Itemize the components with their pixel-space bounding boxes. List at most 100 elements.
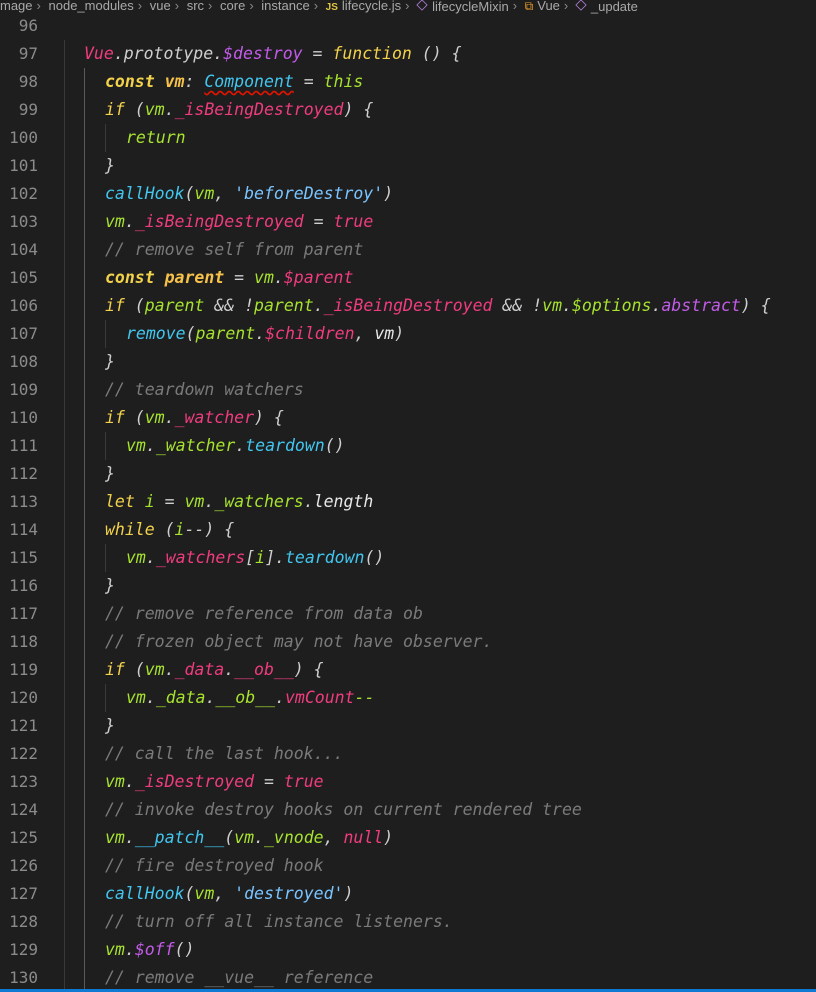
code-token: _vnode	[263, 828, 324, 847]
indent-guide	[105, 544, 106, 572]
code-token: teardown	[245, 436, 325, 455]
code-line[interactable]: 119 if (vm._data.__ob__) {	[0, 656, 816, 684]
line-number: 120	[9, 688, 38, 707]
breadcrumb-item-class[interactable]: ⧉ Vue	[525, 0, 560, 12]
code-line[interactable]: 112}	[0, 460, 816, 488]
code-line[interactable]: 102 callHook(vm, 'beforeDestroy')	[0, 180, 816, 208]
breadcrumb-item-folder[interactable]: core	[220, 0, 245, 12]
code-line[interactable]: 128 // turn off all instance listeners.	[0, 908, 816, 936]
code-token: vm	[374, 324, 395, 343]
code-token: .	[275, 688, 285, 707]
code-token: abstract	[661, 296, 741, 315]
code-token: 'destroyed'	[234, 884, 344, 903]
code-line[interactable]: 104 // remove self from parent	[0, 236, 816, 264]
code-token: (	[124, 408, 145, 427]
code-token: .	[254, 828, 264, 847]
code-token: ()	[174, 940, 195, 959]
line-number: 100	[9, 128, 38, 147]
line-number: 123	[9, 772, 38, 791]
code-line[interactable]: 96	[0, 12, 816, 40]
code-line[interactable]: 111 vm._watcher.teardown()	[0, 432, 816, 460]
code-text: }	[105, 572, 115, 600]
code-line[interactable]: 100 return	[0, 124, 816, 152]
code-token: .	[113, 44, 124, 63]
code-line[interactable]: 108}	[0, 348, 816, 376]
code-text: }	[105, 348, 115, 376]
line-number: 106	[9, 296, 38, 315]
code-token: // remove self from parent	[105, 240, 364, 259]
code-token: _isBeingDestroyed	[134, 212, 304, 231]
code-line[interactable]: 125 vm.__patch__(vm._vnode, null)	[0, 824, 816, 852]
code-token: const	[105, 72, 155, 91]
code-line[interactable]: 103 vm._isBeingDestroyed = true	[0, 208, 816, 236]
breadcrumb-item-folder[interactable]: src	[187, 0, 204, 12]
code-token: vm	[184, 492, 205, 511]
code-line[interactable]: 97 Vue.prototype.$destroy = function () {	[0, 40, 816, 68]
code-text: vm._watcher.teardown()	[126, 432, 345, 460]
code-line[interactable]: 105 const parent = vm.$parent	[0, 264, 816, 292]
code-token: && !	[492, 296, 543, 315]
code-line[interactable]: 114 while (i--) {	[0, 516, 816, 544]
code-token: // invoke destroy hooks on current rende…	[105, 800, 582, 819]
code-token: if	[105, 296, 125, 315]
code-line[interactable]: 130 // remove __vue__ reference	[0, 964, 816, 992]
code-line[interactable]: 99 if (vm._isBeingDestroyed) {	[0, 96, 816, 124]
code-token: vm	[105, 212, 125, 231]
code-line[interactable]: 98 const vm: Component = this	[0, 68, 816, 96]
line-number: 118	[9, 632, 38, 651]
code-token: .	[164, 408, 175, 427]
line-number: 99	[18, 100, 38, 119]
indent-guide	[64, 40, 65, 992]
code-token: .	[145, 436, 156, 455]
code-line[interactable]: 117 // remove reference from data ob	[0, 600, 816, 628]
code-token: _watchers	[155, 548, 246, 567]
code-token: --) {	[184, 520, 235, 539]
code-token: _isBeingDestroyed	[174, 100, 344, 119]
code-token: .	[124, 212, 135, 231]
code-token: return	[126, 128, 186, 147]
code-line[interactable]: 124 // invoke destroy hooks on current re…	[0, 796, 816, 824]
code-token: --	[354, 688, 375, 707]
code-line[interactable]: 120 vm._data.__ob__.vmCount--	[0, 684, 816, 712]
code-line[interactable]: 101}	[0, 152, 816, 180]
code-line[interactable]: 116}	[0, 572, 816, 600]
code-text: while (i--) {	[105, 516, 234, 544]
breadcrumb-item-folder[interactable]: node_modules	[49, 0, 134, 12]
code-token: _isDestroyed	[134, 772, 255, 791]
code-token: parent	[144, 296, 205, 315]
code-token: this	[323, 72, 364, 91]
code-line[interactable]: 129 vm.$off()	[0, 936, 816, 964]
line-number: 116	[9, 576, 38, 595]
breadcrumb-item-folder[interactable]: vue	[150, 0, 171, 12]
line-number: 101	[9, 156, 38, 175]
code-token: (	[154, 520, 175, 539]
indent-guide	[84, 68, 85, 992]
code-text: vm._watchers[i].teardown()	[126, 544, 384, 572]
code-line[interactable]: 107 remove(parent.$children, vm)	[0, 320, 816, 348]
code-token: }	[105, 156, 115, 175]
code-line[interactable]: 127 callHook(vm, 'destroyed')	[0, 880, 816, 908]
code-token: vm	[105, 828, 125, 847]
code-token: .	[235, 436, 246, 455]
breadcrumb-item-folder[interactable]: instance	[261, 0, 309, 12]
code-token: callHook	[105, 884, 185, 903]
line-number: 124	[9, 800, 38, 819]
code-line[interactable]: 109 // teardown watchers	[0, 376, 816, 404]
code-line[interactable]: 123 vm._isDestroyed = true	[0, 768, 816, 796]
code-line[interactable]: 126 // fire destroyed hook	[0, 852, 816, 880]
code-token: ].	[265, 548, 285, 567]
breadcrumb-item-folder[interactable]: mage	[0, 0, 33, 12]
line-number: 121	[9, 716, 38, 735]
code-line[interactable]: 110 if (vm._watcher) {	[0, 404, 816, 432]
code-editor[interactable]: 96 97 Vue.prototype.$destroy = function ()…	[0, 12, 816, 992]
code-line[interactable]: 106 if (parent && !parent._isBeingDestroy…	[0, 292, 816, 320]
code-line[interactable]: 118 // frozen object may not have observe…	[0, 628, 816, 656]
code-text: Vue.prototype.$destroy = function () {	[84, 40, 462, 68]
code-line[interactable]: 122 // call the last hook...	[0, 740, 816, 768]
module-icon	[416, 0, 428, 11]
line-number: 117	[9, 604, 38, 623]
code-line[interactable]: 121}	[0, 712, 816, 740]
code-line[interactable]: 113 let i = vm._watchers.length	[0, 488, 816, 516]
code-line[interactable]: 115 vm._watchers[i].teardown()	[0, 544, 816, 572]
